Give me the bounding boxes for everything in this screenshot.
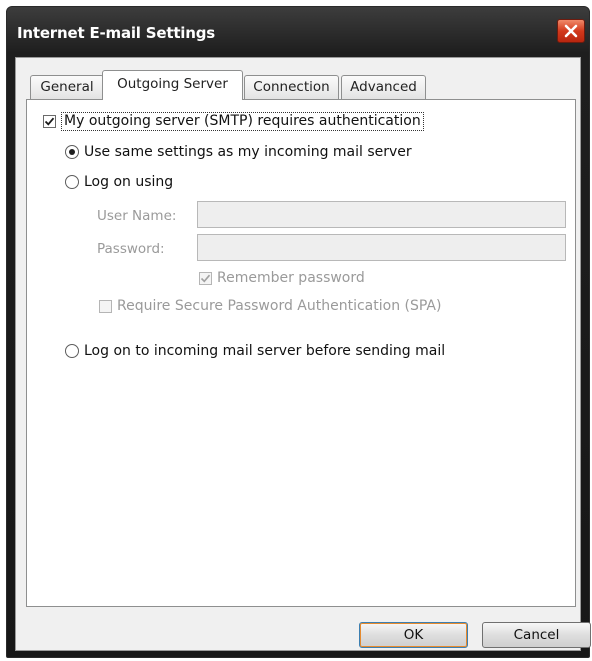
radio-selected-dot (69, 149, 75, 155)
tab-general-label: General (40, 79, 94, 95)
tab-advanced[interactable]: Advanced (341, 75, 426, 99)
log-on-using-label: Log on using (84, 174, 174, 190)
checkmark-icon (200, 274, 211, 282)
close-icon (564, 24, 578, 38)
log-on-before-sending-label: Log on to incoming mail server before se… (84, 343, 446, 359)
smtp-auth-label: My outgoing server (SMTP) requires authe… (61, 112, 424, 131)
remember-password-checkbox[interactable] (199, 271, 212, 285)
tab-connection[interactable]: Connection (244, 75, 339, 99)
outgoing-server-page: My outgoing server (SMTP) requires authe… (26, 99, 576, 607)
ok-button[interactable]: OK (359, 622, 468, 648)
title-bar[interactable]: Internet E-mail Settings (7, 7, 589, 57)
spa-label: Require Secure Password Authentication (… (117, 298, 442, 314)
spa-checkbox[interactable] (99, 299, 112, 313)
remember-password-label: Remember password (217, 270, 365, 286)
smtp-auth-checkbox-row[interactable]: My outgoing server (SMTP) requires authe… (43, 112, 424, 131)
checkmark-icon (44, 117, 55, 126)
log-on-before-sending-radio[interactable] (65, 344, 79, 358)
tab-outgoing-server-label: Outgoing Server (117, 76, 228, 92)
user-name-input[interactable] (197, 201, 566, 228)
spa-checkbox-row[interactable]: Require Secure Password Authentication (… (99, 298, 441, 314)
password-label: Password: (97, 241, 165, 257)
tab-outgoing-server[interactable]: Outgoing Server (102, 70, 243, 100)
tab-advanced-label: Advanced (350, 79, 417, 95)
remember-password-checkbox-row[interactable]: Remember password (199, 270, 365, 286)
use-same-settings-label: Use same settings as my incoming mail se… (84, 144, 412, 160)
smtp-auth-checkbox[interactable] (43, 115, 56, 128)
user-name-label: User Name: (97, 208, 177, 224)
use-same-settings-radio[interactable] (65, 145, 79, 159)
tab-general[interactable]: General (30, 75, 104, 99)
close-button[interactable] (557, 19, 585, 43)
log-on-using-radio[interactable] (65, 175, 79, 189)
tab-connection-label: Connection (253, 79, 330, 95)
window-title: Internet E-mail Settings (17, 24, 215, 42)
dialog-window: Internet E-mail Settings General Outgoin… (6, 6, 591, 658)
dialog-client-area: General Outgoing Server Connection Advan… (15, 57, 591, 651)
password-input[interactable] (197, 234, 566, 261)
use-same-settings-radio-row[interactable]: Use same settings as my incoming mail se… (65, 144, 412, 160)
log-on-before-sending-radio-row[interactable]: Log on to incoming mail server before se… (65, 343, 445, 359)
cancel-button[interactable]: Cancel (482, 622, 591, 648)
log-on-using-radio-row[interactable]: Log on using (65, 174, 173, 190)
